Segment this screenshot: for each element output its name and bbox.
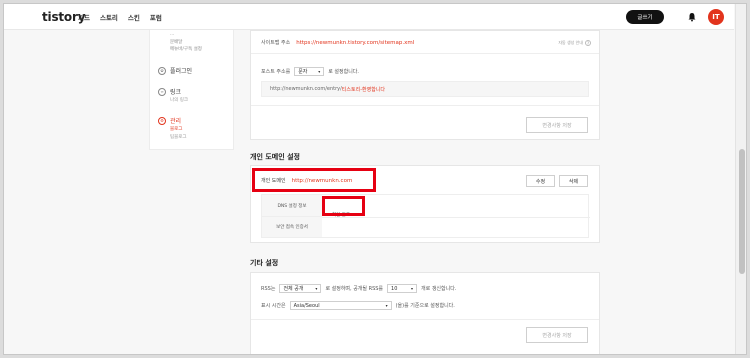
etc-settings-card: RSS는 전체 공개 ▾ 로 설정하며, 공개될 RSS를 10 ▾ 개로 갱신… xyxy=(250,272,600,354)
vertical-scrollbar[interactable] xyxy=(735,4,746,354)
sidebar-plugin-label: 플러그인 xyxy=(170,68,193,75)
help-icon: ? xyxy=(585,40,591,46)
post-address-row: 포스트 주소를 문자 ▾ 로 설정합니다. xyxy=(261,67,359,76)
example-url-suffix: 티스토리-환영합니다 xyxy=(341,86,386,93)
post-address-example: http://newmunkn.com/entry/ 티스토리-환영합니다 xyxy=(261,81,589,97)
divider xyxy=(251,319,599,320)
sidebar-manage-label: 관리 xyxy=(170,118,182,125)
plugin-icon: ✿ xyxy=(158,66,166,75)
ssl-label-cell: 보안 접속 인증서 xyxy=(262,217,322,237)
rss-count-select[interactable]: 10 ▾ xyxy=(387,284,418,293)
sidebar-item-teamblog[interactable]: 팀블로그 xyxy=(170,134,187,140)
auto-info[interactable]: 자동 생성 안내 ? xyxy=(558,40,591,46)
sitemap-url[interactable]: https://newmunkn.tistory.com/sitemap.xml xyxy=(296,40,414,46)
nav-forum[interactable]: 포럼 xyxy=(150,12,162,22)
divider xyxy=(251,53,599,54)
rss-count-value: 10 xyxy=(391,285,398,292)
rss-visibility-select[interactable]: 전체 공개 ▾ xyxy=(279,284,322,293)
domain-section-title: 개인 도메인 설정 xyxy=(250,153,300,161)
sidebar-link-label: 링크 xyxy=(170,89,182,96)
save-button[interactable]: 변경사항 저장 xyxy=(526,117,588,133)
divider xyxy=(322,217,590,218)
delete-domain-button[interactable]: 삭제 xyxy=(559,175,588,187)
link-icon: ∞ xyxy=(158,87,166,96)
rss-label: RSS는 xyxy=(261,286,276,292)
timezone-suffix: (을)를 기준으로 설정합니다. xyxy=(395,303,455,309)
post-address-label: 포스트 주소를 xyxy=(261,69,291,75)
rss-visibility-value: 전체 공개 xyxy=(283,286,304,292)
sitemap-row: 사이트맵 주소 https://newmunkn.tistory.com/sit… xyxy=(261,39,414,47)
write-button[interactable]: 글쓰기 xyxy=(626,10,664,24)
sitemap-label: 사이트맵 주소 xyxy=(261,40,291,46)
dns-label: DNS 설정 정보 xyxy=(277,203,307,209)
sidebar-item-link[interactable]: ∞ 링크 xyxy=(158,87,181,96)
nav-feed[interactable]: 피드 xyxy=(78,12,90,22)
gear-icon: ⚙ xyxy=(158,116,166,125)
timezone-row: 표시 시간은 Asia/Seoul ▾ (을)를 기준으로 설정합니다. xyxy=(261,301,455,310)
post-address-suffix: 로 설정합니다. xyxy=(328,69,359,75)
etc-section-title: 기타 설정 xyxy=(250,259,279,267)
browser-frame: tistory 피드 스토리 스킨 포럼 글쓰기 IT ... 문배달 메뉴바/… xyxy=(3,3,747,355)
chevron-down-icon: ▾ xyxy=(385,303,388,308)
highlight-domain xyxy=(252,168,376,192)
timezone-select[interactable]: Asia/Seoul ▾ xyxy=(289,301,392,310)
sidebar-item-blog[interactable]: 블로그 xyxy=(170,126,182,132)
settings-sidebar: ... 문배달 메뉴바/구독 설정 ✿ 플러그인 ∞ 링크 나의 링크 ⚙ 관리… xyxy=(149,30,234,150)
sidebar-item-menubar[interactable]: 메뉴바/구독 설정 xyxy=(170,46,202,52)
post-address-select-value: 문자 xyxy=(298,69,308,75)
divider xyxy=(251,105,599,106)
rss-middle-text: 로 설정하며, 공개될 RSS를 xyxy=(325,286,384,292)
rss-row: RSS는 전체 공개 ▾ 로 설정하며, 공개될 RSS를 10 ▾ 개로 갱신… xyxy=(261,284,456,293)
top-header: tistory 피드 스토리 스킨 포럼 글쓰기 IT xyxy=(4,4,734,30)
example-url-prefix: http://newmunkn.com/entry/ xyxy=(270,86,342,92)
timezone-value: Asia/Seoul xyxy=(293,302,320,309)
ssl-label: 보안 접속 인증서 xyxy=(276,225,308,230)
avatar[interactable]: IT xyxy=(708,9,724,25)
sidebar-item-my-link[interactable]: 나의 링크 xyxy=(170,97,188,103)
sidebar-item-hidden[interactable]: ... xyxy=(170,32,174,37)
chevron-down-icon: ▾ xyxy=(315,286,318,291)
chevron-down-icon: ▾ xyxy=(318,69,321,74)
sidebar-item-plugin[interactable]: ✿ 플러그인 xyxy=(158,66,192,75)
post-address-select[interactable]: 문자 ▾ xyxy=(294,67,325,76)
sidebar-item-manage[interactable]: ⚙ 관리 xyxy=(158,116,181,125)
timezone-label: 표시 시간은 xyxy=(261,303,286,309)
auto-info-label: 자동 생성 안내 xyxy=(558,40,583,45)
highlight-dns-status xyxy=(322,196,365,216)
main-nav: 피드 스토리 스킨 포럼 xyxy=(78,12,162,22)
bell-icon[interactable] xyxy=(687,12,697,22)
rss-suffix-text: 개로 갱신합니다. xyxy=(421,286,457,292)
domain-info-table: DNS 설정 정보 확인 완료 보안 접속 인증서 xyxy=(261,194,590,238)
sidebar-item-munbaedal[interactable]: 문배달 xyxy=(170,39,182,45)
edit-domain-button[interactable]: 수정 xyxy=(526,175,555,187)
nav-story[interactable]: 스토리 xyxy=(100,12,118,22)
chevron-down-icon: ▾ xyxy=(411,286,414,291)
scrollbar-thumb[interactable] xyxy=(739,149,745,274)
dns-label-cell: DNS 설정 정보 xyxy=(262,195,322,217)
address-settings-card: 사이트맵 주소 https://newmunkn.tistory.com/sit… xyxy=(250,30,600,140)
nav-skin[interactable]: 스킨 xyxy=(128,12,140,22)
save-button[interactable]: 변경사항 저장 xyxy=(526,327,588,343)
